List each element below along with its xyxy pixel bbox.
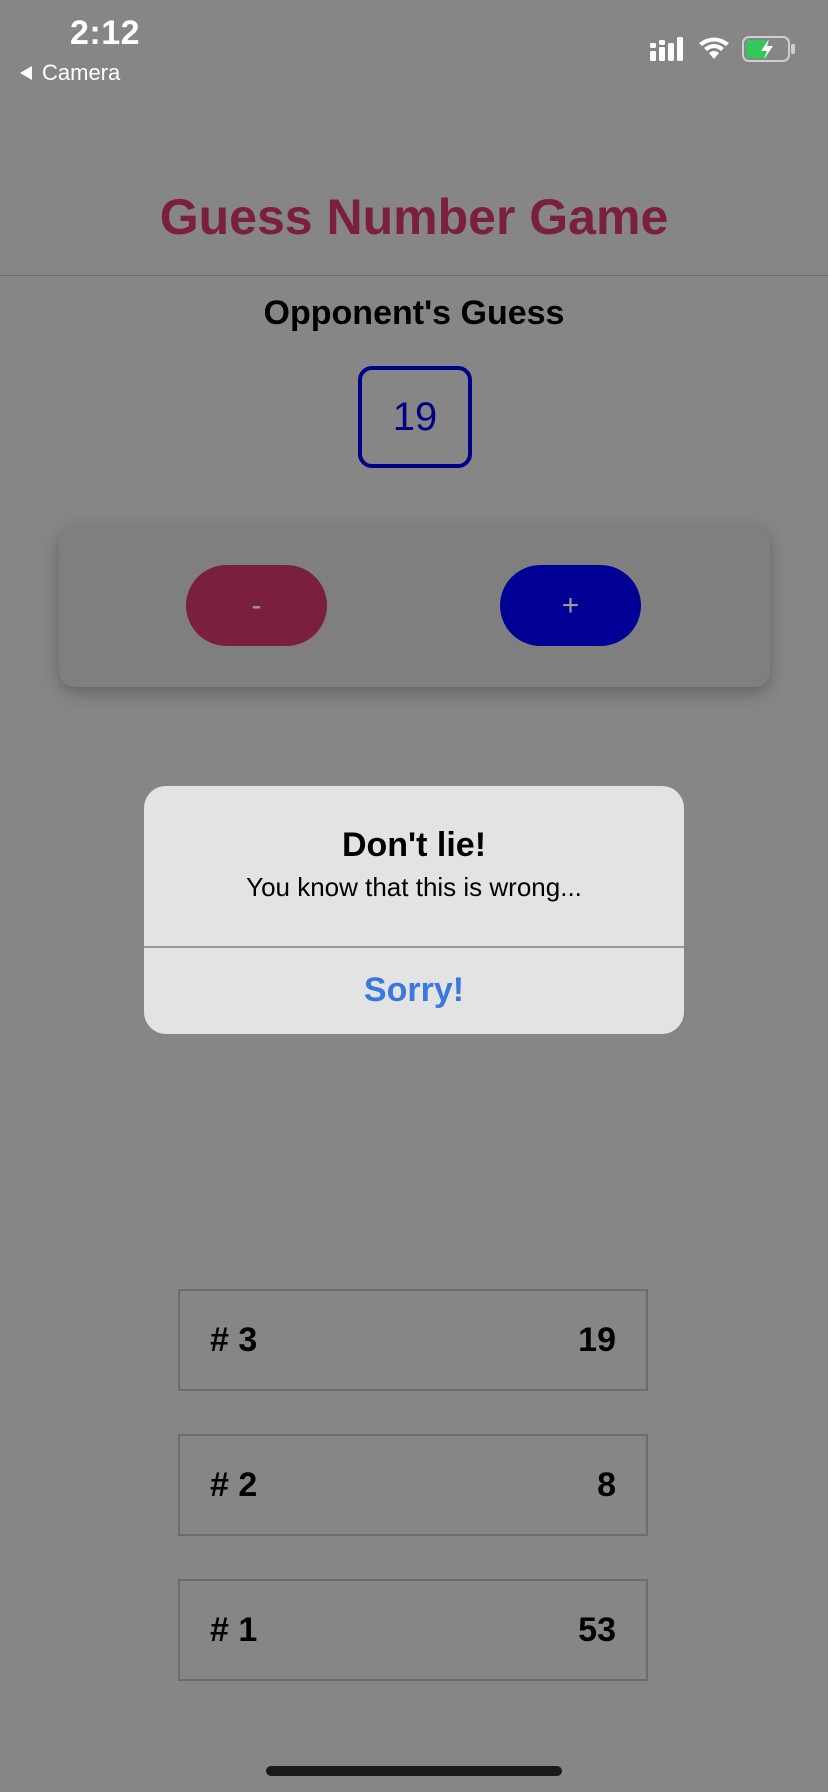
greater-button[interactable]: +	[500, 565, 641, 646]
home-indicator[interactable]	[266, 1766, 562, 1776]
alert-title: Don't lie!	[341, 826, 487, 864]
round-number: # 1	[210, 1611, 258, 1649]
round-guess: 8	[597, 1466, 616, 1504]
app-title: Guess Number Game	[159, 189, 669, 245]
round-guess: 53	[578, 1611, 616, 1649]
round-number: # 3	[210, 1321, 258, 1359]
alert-dialog: Don't lie! You know that this is wrong..…	[144, 786, 684, 1034]
list-item: # 1 53	[178, 1579, 648, 1681]
alert-button-label: Sorry!	[363, 971, 465, 1009]
alert-sorry-button[interactable]: Sorry!	[144, 947, 684, 1034]
round-guess: 19	[578, 1321, 616, 1359]
opponent-guess-label: Opponent's Guess	[263, 294, 565, 332]
minus-label: -	[251, 588, 262, 622]
controls-card	[59, 525, 770, 687]
current-guess-box: 19	[358, 366, 472, 468]
current-guess-value: 19	[392, 394, 438, 439]
round-number: # 2	[210, 1466, 258, 1504]
list-item: # 2 8	[178, 1434, 648, 1536]
alert-message: You know that this is wrong...	[246, 872, 582, 902]
lower-button[interactable]: -	[186, 565, 327, 646]
list-item: # 3 19	[178, 1289, 648, 1391]
plus-label: +	[561, 588, 580, 622]
